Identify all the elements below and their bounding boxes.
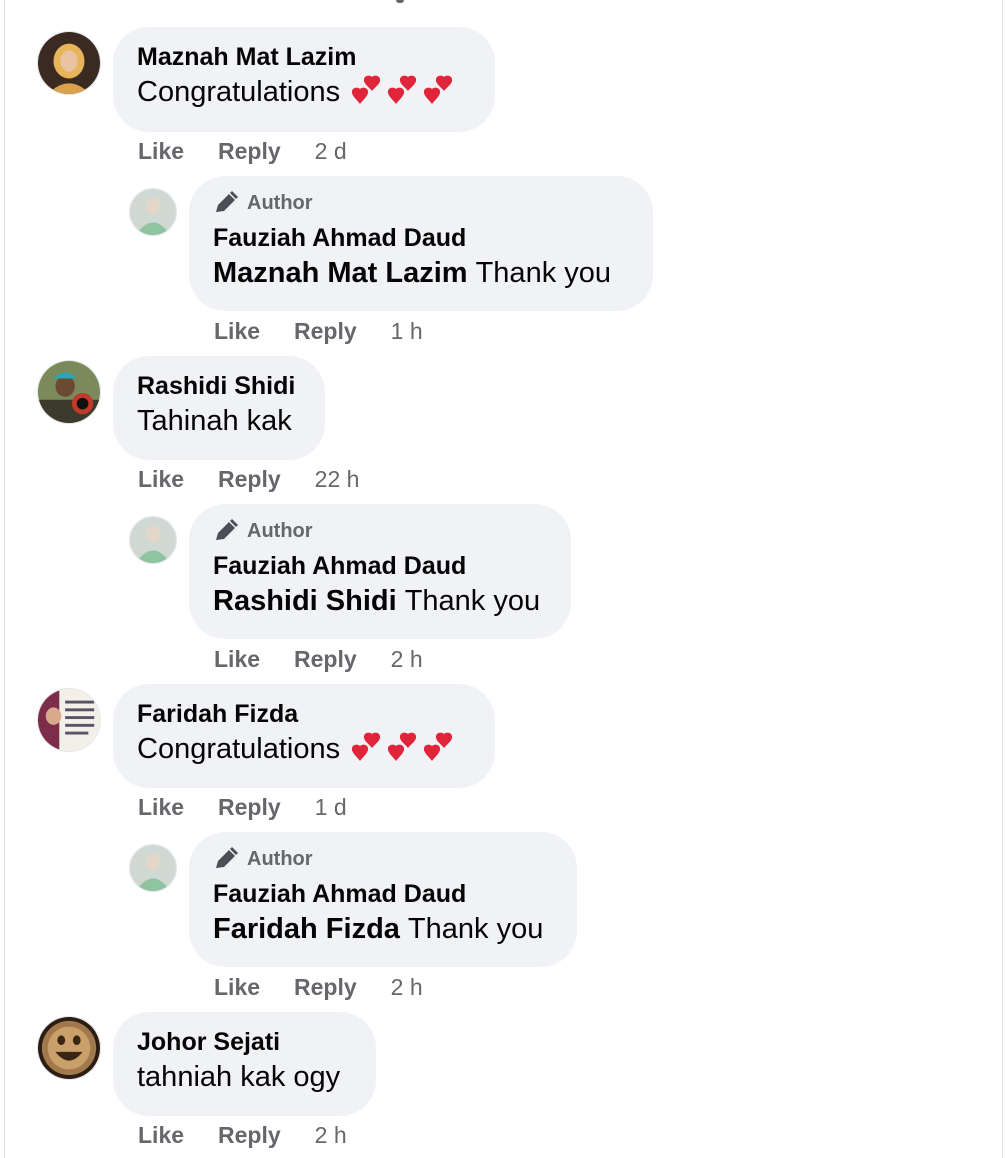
reply-button[interactable]: Reply bbox=[218, 466, 281, 493]
comment-timestamp[interactable]: 1 d bbox=[315, 794, 347, 821]
avatar-faridah[interactable] bbox=[37, 688, 101, 752]
mention-tag[interactable]: Maznah Mat Lazim bbox=[213, 255, 468, 291]
avatar-fauziah[interactable] bbox=[129, 188, 177, 236]
pen-icon bbox=[216, 847, 238, 868]
commenter-name[interactable]: Rashidi Shidi bbox=[137, 371, 301, 401]
pen-icon bbox=[216, 191, 238, 212]
replier-name[interactable]: Fauziah Ahmad Daud bbox=[213, 223, 629, 253]
two-hearts-emoji bbox=[350, 732, 458, 766]
avatar-maznah[interactable] bbox=[37, 31, 101, 95]
reply-button[interactable]: Reply bbox=[294, 646, 357, 673]
commenter-name[interactable]: Johor Sejati bbox=[137, 1027, 352, 1057]
reply-text: Rashidi Shidi Thank you bbox=[213, 583, 541, 619]
cut-off-content bbox=[396, 0, 404, 3]
two-hearts-emoji bbox=[350, 75, 458, 109]
avatar-fauziah[interactable] bbox=[129, 516, 177, 564]
mention-tag[interactable]: Rashidi Shidi bbox=[213, 583, 397, 619]
reply-actions: Like Reply 2 h bbox=[214, 972, 423, 1002]
like-button[interactable]: Like bbox=[214, 974, 260, 1001]
reply-button[interactable]: Reply bbox=[218, 1122, 281, 1149]
comment-text: tahniah kak ogy bbox=[137, 1061, 341, 1093]
like-button[interactable]: Like bbox=[138, 794, 184, 821]
comment-actions: Like Reply 2 h bbox=[138, 1120, 347, 1150]
reply-timestamp[interactable]: 2 h bbox=[391, 646, 423, 673]
commenter-name[interactable]: Maznah Mat Lazim bbox=[137, 42, 471, 72]
comment-timestamp[interactable]: 2 h bbox=[315, 1122, 347, 1149]
reply-button[interactable]: Reply bbox=[294, 974, 357, 1001]
reply-text: Faridah Fizda Thank you bbox=[213, 911, 544, 947]
comment-bubble: Faridah Fizda Congratulations bbox=[113, 684, 495, 788]
comment-actions: Like Reply 1 d bbox=[138, 792, 347, 822]
reply-bubble: Author Fauziah Ahmad Daud Faridah Fizda … bbox=[189, 832, 577, 967]
reply-button[interactable]: Reply bbox=[218, 138, 281, 165]
replier-name[interactable]: Fauziah Ahmad Daud bbox=[213, 551, 547, 581]
mention-tag[interactable]: Faridah Fizda bbox=[213, 911, 400, 947]
comment-bubble: Johor Sejati tahniah kak ogy bbox=[113, 1012, 376, 1116]
comment-text: Tahinah kak bbox=[137, 405, 292, 437]
author-badge: Author bbox=[213, 847, 553, 871]
avatar-fauziah[interactable] bbox=[129, 844, 177, 892]
reply-text: Maznah Mat Lazim Thank you bbox=[213, 255, 612, 291]
reply-actions: Like Reply 2 h bbox=[214, 644, 423, 674]
reply-actions: Like Reply 1 h bbox=[214, 316, 423, 346]
reply-timestamp[interactable]: 2 h bbox=[391, 974, 423, 1001]
left-border bbox=[4, 0, 5, 1158]
like-button[interactable]: Like bbox=[214, 646, 260, 673]
like-button[interactable]: Like bbox=[138, 466, 184, 493]
comment-actions: Like Reply 2 d bbox=[138, 136, 347, 166]
replier-name[interactable]: Fauziah Ahmad Daud bbox=[213, 879, 553, 909]
reply-bubble: Author Fauziah Ahmad Daud Rashidi Shidi … bbox=[189, 504, 571, 639]
pen-icon bbox=[216, 519, 238, 540]
author-badge: Author bbox=[213, 519, 547, 543]
comment-timestamp[interactable]: 2 d bbox=[315, 138, 347, 165]
like-button[interactable]: Like bbox=[138, 1122, 184, 1149]
avatar-johor-sejati[interactable] bbox=[37, 1016, 101, 1080]
reply-button[interactable]: Reply bbox=[218, 794, 281, 821]
reply-bubble: Author Fauziah Ahmad Daud Maznah Mat Laz… bbox=[189, 176, 653, 311]
like-button[interactable]: Like bbox=[138, 138, 184, 165]
commenter-name[interactable]: Faridah Fizda bbox=[137, 699, 471, 729]
right-border bbox=[1002, 0, 1003, 1158]
like-button[interactable]: Like bbox=[214, 318, 260, 345]
reply-button[interactable]: Reply bbox=[294, 318, 357, 345]
comment-text: Congratulations bbox=[137, 74, 471, 110]
comment-bubble: Rashidi Shidi Tahinah kak bbox=[113, 356, 325, 460]
comment-bubble: Maznah Mat Lazim Congratulations bbox=[113, 27, 495, 132]
comment-actions: Like Reply 22 h bbox=[138, 464, 359, 494]
reply-timestamp[interactable]: 1 h bbox=[391, 318, 423, 345]
comment-text: Congratulations bbox=[137, 731, 471, 767]
comment-timestamp[interactable]: 22 h bbox=[315, 466, 360, 493]
author-badge: Author bbox=[213, 191, 629, 215]
avatar-rashidi[interactable] bbox=[37, 360, 101, 424]
